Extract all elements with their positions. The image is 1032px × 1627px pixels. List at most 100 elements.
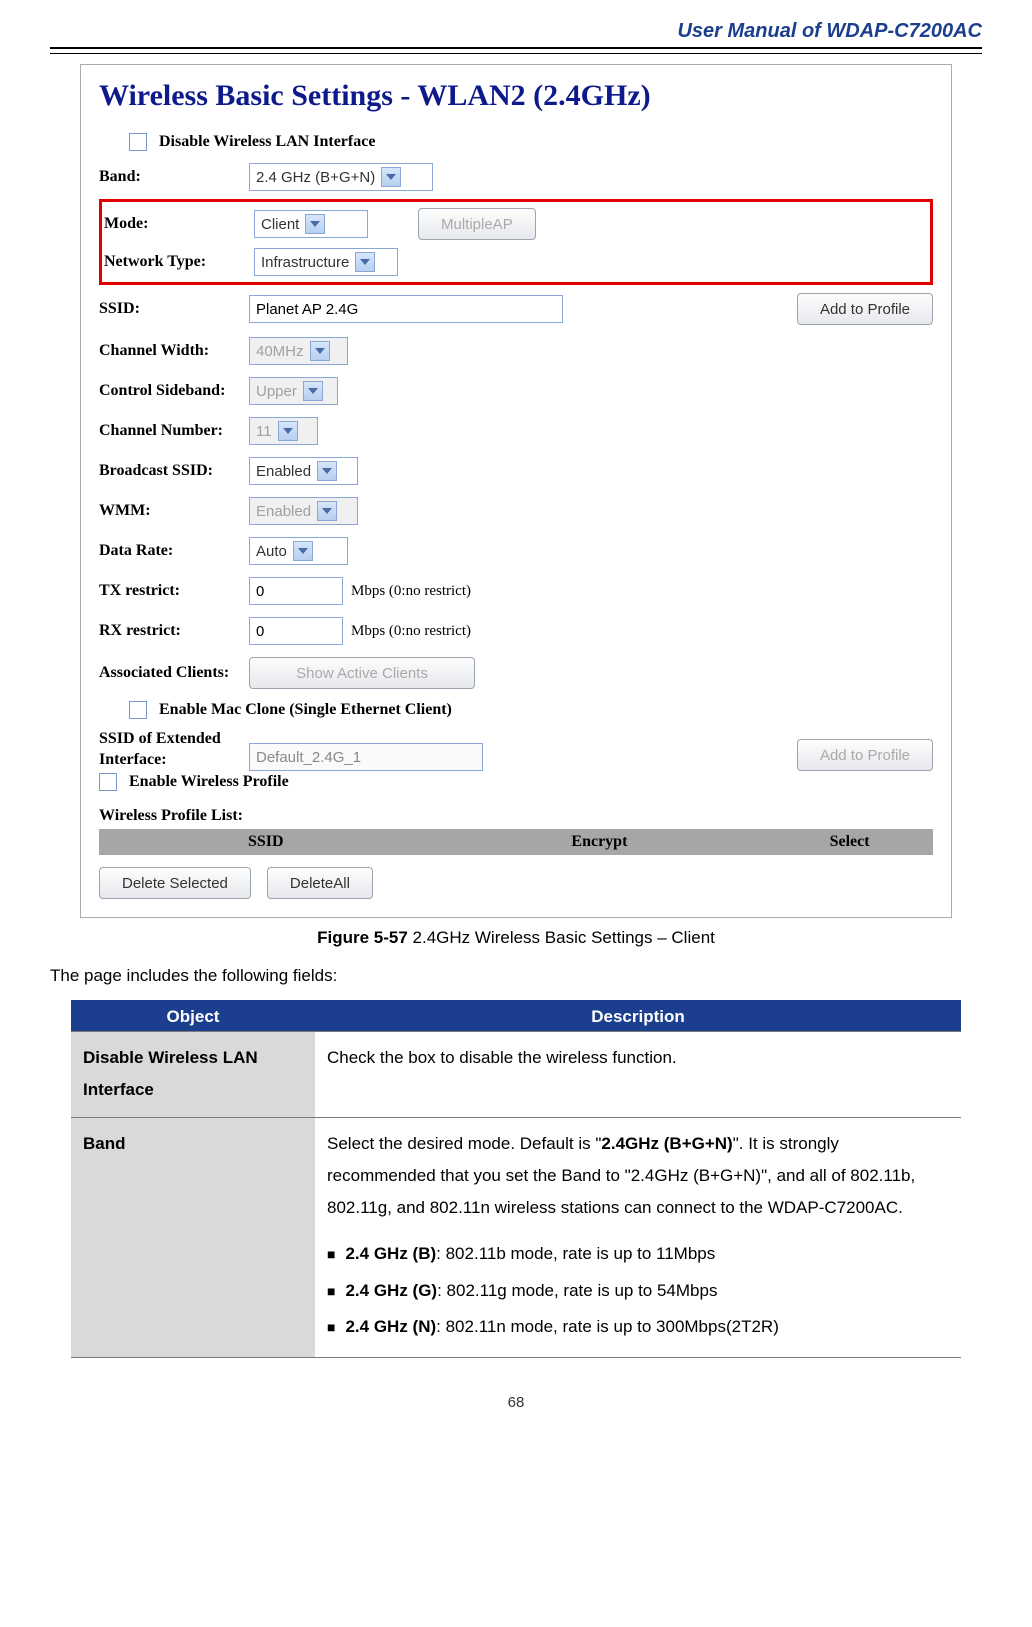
channel-width-label: Channel Width: (99, 342, 249, 360)
channel-width-value: 40MHz (256, 343, 304, 360)
mode-select[interactable]: Client (254, 210, 368, 238)
band-mode-list: 2.4 GHz (B): 802.11b mode, rate is up to… (327, 1238, 949, 1343)
desc-band-pre: Select the desired mode. Default is " (327, 1134, 601, 1153)
add-to-profile-button[interactable]: Add to Profile (797, 293, 933, 325)
ssid-ext-input[interactable]: Default_2.4G_1 (249, 743, 483, 771)
enable-profile-checkbox[interactable] (99, 773, 117, 791)
item-b-text: : 802.11b mode, rate is up to 11Mbps (436, 1244, 715, 1263)
ssid-input[interactable]: Planet AP 2.4G (249, 295, 563, 323)
description-table: Object Description Disable Wireless LAN … (71, 1000, 961, 1358)
network-type-row: Network Type: Infrastructure (104, 244, 928, 280)
th-description: Description (315, 1002, 961, 1032)
tx-restrict-note: Mbps (0:no restrict) (351, 583, 471, 600)
band-row: Band: 2.4 GHz (B+G+N) (99, 157, 933, 197)
table-row: Disable Wireless LAN Interface Check the… (71, 1032, 961, 1118)
multiple-ap-button[interactable]: MultipleAP (418, 208, 536, 240)
rx-restrict-row: RX restrict: 0 Mbps (0:no restrict) (99, 611, 933, 651)
ssid-label: SSID: (99, 300, 249, 318)
channel-width-select[interactable]: 40MHz (249, 337, 348, 365)
channel-number-row: Channel Number: 11 (99, 411, 933, 451)
band-value: 2.4 GHz (B+G+N) (256, 169, 375, 186)
profile-buttons-row: Delete Selected DeleteAll (99, 867, 933, 899)
rx-restrict-label: RX restrict: (99, 622, 249, 640)
network-type-value: Infrastructure (261, 254, 349, 271)
profile-list-label: Wireless Profile List: (99, 807, 933, 825)
disable-wlan-label: Disable Wireless LAN Interface (159, 133, 375, 151)
tx-restrict-label: TX restrict: (99, 582, 249, 600)
panel-title: Wireless Basic Settings - WLAN2 (2.4GHz) (99, 79, 933, 113)
profile-header-encrypt: Encrypt (433, 833, 767, 851)
control-sideband-value: Upper (256, 383, 297, 400)
item-n-text: : 802.11n mode, rate is up to 300Mbps(2T… (436, 1317, 779, 1336)
item-g-text: : 802.11g mode, rate is up to 54Mbps (437, 1281, 717, 1300)
channel-width-row: Channel Width: 40MHz (99, 331, 933, 371)
assoc-clients-row: Associated Clients: Show Active Clients (99, 651, 933, 695)
mode-label: Mode: (104, 215, 254, 233)
add-to-profile-ext-button[interactable]: Add to Profile (797, 739, 933, 771)
list-item: 2.4 GHz (B): 802.11b mode, rate is up to… (327, 1238, 949, 1270)
mode-value: Client (261, 216, 299, 233)
obj-disable-wlan: Disable Wireless LAN Interface (71, 1032, 315, 1118)
figure-text: 2.4GHz Wireless Basic Settings – Client (408, 928, 715, 947)
th-object: Object (71, 1002, 315, 1032)
table-row: Band Select the desired mode. Default is… (71, 1117, 961, 1358)
wmm-value: Enabled (256, 503, 311, 520)
figure-number: Figure 5-57 (317, 928, 408, 947)
item-b-mode: 2.4 GHz (B) (345, 1244, 436, 1263)
enable-profile-row: Enable Wireless Profile (99, 771, 933, 797)
desc-band-bold: 2.4GHz (B+G+N) (601, 1134, 732, 1153)
control-sideband-label: Control Sideband: (99, 381, 249, 400)
data-rate-value: Auto (256, 543, 287, 560)
delete-selected-button[interactable]: Delete Selected (99, 867, 251, 899)
ssid-ext-row: SSID of ExtendedInterface: Default_2.4G_… (99, 725, 933, 771)
wmm-label: WMM: (99, 502, 249, 520)
chevron-down-icon (303, 381, 323, 401)
broadcast-ssid-label: Broadcast SSID: (99, 462, 249, 480)
disable-wlan-row: Disable Wireless LAN Interface (99, 127, 933, 157)
list-item: 2.4 GHz (N): 802.11n mode, rate is up to… (327, 1311, 949, 1343)
show-active-clients-button[interactable]: Show Active Clients (249, 657, 475, 689)
chevron-down-icon (278, 421, 298, 441)
desc-disable-wlan: Check the box to disable the wireless fu… (315, 1032, 961, 1118)
desc-band: Select the desired mode. Default is "2.4… (315, 1117, 961, 1358)
rx-restrict-note: Mbps (0:no restrict) (351, 623, 471, 640)
figure-caption: Figure 5-57 2.4GHz Wireless Basic Settin… (50, 928, 982, 948)
control-sideband-select[interactable]: Upper (249, 377, 338, 405)
ssid-ext-label: SSID of ExtendedInterface: (99, 729, 249, 771)
channel-number-label: Channel Number: (99, 421, 249, 440)
chevron-down-icon (305, 214, 325, 234)
broadcast-ssid-select[interactable]: Enabled (249, 457, 358, 485)
chevron-down-icon (317, 501, 337, 521)
page-number: 68 (50, 1394, 982, 1411)
list-item: 2.4 GHz (G): 802.11g mode, rate is up to… (327, 1275, 949, 1307)
mac-clone-row: Enable Mac Clone (Single Ethernet Client… (99, 695, 933, 725)
broadcast-ssid-row: Broadcast SSID: Enabled (99, 451, 933, 491)
chevron-down-icon (317, 461, 337, 481)
broadcast-ssid-value: Enabled (256, 463, 311, 480)
ssid-row: SSID: Planet AP 2.4G Add to Profile (99, 287, 933, 331)
data-rate-select[interactable]: Auto (249, 537, 348, 565)
network-type-select[interactable]: Infrastructure (254, 248, 398, 276)
wmm-select[interactable]: Enabled (249, 497, 358, 525)
screenshot-panel: Wireless Basic Settings - WLAN2 (2.4GHz)… (80, 64, 952, 918)
doc-header-title: User Manual of WDAP-C7200AC (50, 20, 982, 47)
item-g-mode: 2.4 GHz (G) (345, 1281, 437, 1300)
data-rate-label: Data Rate: (99, 542, 249, 560)
chevron-down-icon (381, 167, 401, 187)
chevron-down-icon (293, 541, 313, 561)
disable-wlan-checkbox[interactable] (129, 133, 147, 151)
intro-text: The page includes the following fields: (50, 966, 982, 986)
tx-restrict-input[interactable]: 0 (249, 577, 343, 605)
mac-clone-checkbox[interactable] (129, 701, 147, 719)
header-rule (50, 47, 982, 54)
rx-restrict-input[interactable]: 0 (249, 617, 343, 645)
tx-restrict-row: TX restrict: 0 Mbps (0:no restrict) (99, 571, 933, 611)
highlighted-mode-box: Mode: Client MultipleAP Network Type: In… (99, 199, 933, 285)
wmm-row: WMM: Enabled (99, 491, 933, 531)
channel-number-select[interactable]: 11 (249, 417, 318, 445)
band-select[interactable]: 2.4 GHz (B+G+N) (249, 163, 433, 191)
chevron-down-icon (355, 252, 375, 272)
obj-band: Band (71, 1117, 315, 1358)
delete-all-button[interactable]: DeleteAll (267, 867, 373, 899)
mac-clone-label: Enable Mac Clone (Single Ethernet Client… (159, 701, 452, 719)
